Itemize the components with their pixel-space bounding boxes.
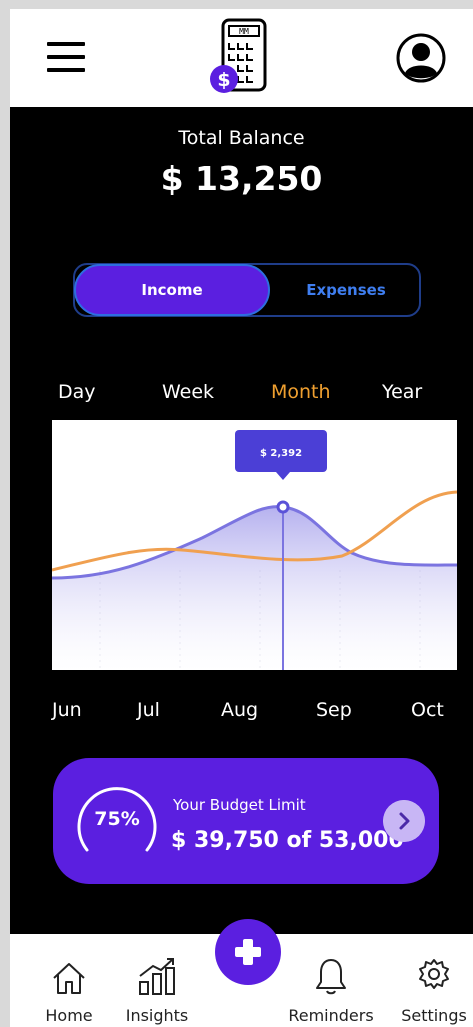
chart-series-area bbox=[52, 506, 457, 670]
chart-tooltip-value: $ 2,392 bbox=[260, 448, 302, 459]
nav-home-label: Home bbox=[45, 1006, 93, 1025]
period-month[interactable]: Month bbox=[271, 381, 331, 403]
total-balance-value: $ 13,250 bbox=[160, 159, 323, 198]
income-tab[interactable]: Income bbox=[74, 264, 270, 316]
total-balance-label: Total Balance bbox=[178, 127, 305, 149]
nav-insights[interactable]: Insights bbox=[117, 934, 197, 1027]
hamburger-menu-icon[interactable] bbox=[47, 42, 85, 72]
svg-text:$: $ bbox=[217, 69, 230, 91]
app-screen: MM $ Total Balance $ 13,250 Income Expen… bbox=[10, 9, 473, 1027]
period-selector: Day Week Month Year bbox=[10, 381, 473, 411]
chevron-right-icon[interactable] bbox=[383, 800, 425, 842]
bottom-navigation: Home Insights Reminders Settings bbox=[10, 919, 473, 1027]
nav-reminders-label: Reminders bbox=[288, 1006, 374, 1025]
budget-limit-card[interactable]: 75% Your Budget Limit $ 39,750 of 53,000 bbox=[53, 758, 439, 884]
gear-icon bbox=[419, 959, 449, 989]
month-label: Jun bbox=[52, 699, 82, 721]
chart-marker-point[interactable] bbox=[276, 500, 290, 514]
period-year[interactable]: Year bbox=[382, 381, 422, 403]
profile-avatar-icon[interactable] bbox=[396, 33, 446, 83]
add-transaction-button[interactable] bbox=[215, 919, 281, 985]
home-icon bbox=[53, 963, 85, 994]
month-label: Oct bbox=[411, 699, 444, 721]
month-label: Sep bbox=[316, 699, 352, 721]
expenses-tab[interactable]: Expenses bbox=[271, 265, 421, 315]
month-label: Jul bbox=[137, 699, 160, 721]
budget-amount: $ 39,750 of 53,000 bbox=[171, 828, 404, 853]
budget-percent: 75% bbox=[94, 808, 140, 830]
period-day[interactable]: Day bbox=[58, 381, 96, 403]
nav-settings[interactable]: Settings bbox=[396, 934, 472, 1027]
svg-text:MM: MM bbox=[239, 27, 249, 36]
month-label: Aug bbox=[221, 699, 259, 721]
bell-icon bbox=[316, 959, 346, 995]
nav-reminders[interactable]: Reminders bbox=[280, 934, 382, 1027]
balance-chart: $ 2,392 bbox=[52, 420, 457, 670]
income-expenses-toggle: Income Expenses bbox=[73, 263, 421, 317]
plus-icon bbox=[235, 939, 261, 965]
insights-chart-icon bbox=[139, 958, 175, 995]
chart-tooltip: $ 2,392 bbox=[235, 430, 327, 480]
chart-month-labels: Jun Jul Aug Sep Oct bbox=[10, 699, 473, 727]
nav-settings-label: Settings bbox=[401, 1006, 467, 1025]
budget-limit-label: Your Budget Limit bbox=[173, 796, 306, 814]
top-bar: MM $ bbox=[10, 9, 473, 107]
nav-insights-label: Insights bbox=[125, 1006, 189, 1025]
calculator-dollar-icon: MM $ bbox=[210, 18, 267, 93]
nav-home[interactable]: Home bbox=[34, 934, 104, 1027]
period-week[interactable]: Week bbox=[162, 381, 214, 403]
